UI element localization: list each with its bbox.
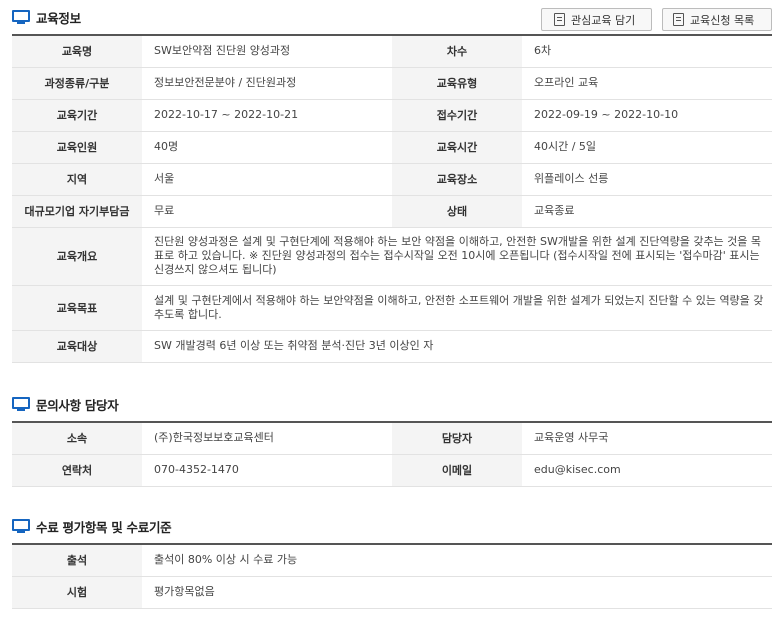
course-overview: 진단원 양성과정은 설계 및 구현단계에 적용해야 하는 보안 약점을 이해하고… [142, 227, 772, 286]
course-hours: 40시간 / 5일 [522, 131, 772, 164]
email-label: 이메일 [392, 454, 522, 487]
region-label: 지역 [12, 163, 142, 196]
course-goal: 설계 및 구현단계에서 적용해야 하는 보안약점을 이해하고, 안전한 소프트웨… [142, 285, 772, 331]
course-type: 오프라인 교육 [522, 67, 772, 100]
table-row: 지역 서울 교육장소 위플레이스 선릉 [12, 163, 772, 196]
course-round: 6차 [522, 35, 772, 68]
apply-list-label: 교육신청 목록 [690, 13, 755, 27]
contact-header: 문의사항 담당자 [12, 395, 119, 414]
manager-label: 담당자 [392, 422, 522, 455]
exam-label: 시험 [12, 576, 142, 609]
course-period: 2022-10-17 ~ 2022-10-21 [142, 99, 392, 132]
period-label: 교육기간 [12, 99, 142, 132]
contact-table: 소속 (주)한국정보보호교육센터 담당자 교육운영 사무국 연락처 070-43… [12, 421, 772, 487]
place-label: 교육장소 [392, 163, 522, 196]
table-row: 교육명 SW보안약점 진단원 양성과정 차수 6차 [12, 35, 772, 68]
monitor-icon [12, 10, 30, 25]
course-category: 정보보안전문분야 / 진단원과정 [142, 67, 392, 100]
table-row: 대규모기업 자기부담금 무료 상태 교육종료 [12, 195, 772, 228]
apply-period: 2022-09-19 ~ 2022-10-10 [522, 99, 772, 132]
section-title: 수료 평가항목 및 수료기준 [36, 520, 172, 535]
round-label: 차수 [392, 35, 522, 68]
table-row: 교육목표 설계 및 구현단계에서 적용해야 하는 보안약점을 이해하고, 안전한… [12, 285, 772, 331]
table-row: 교육인원 40명 교육시간 40시간 / 5일 [12, 131, 772, 164]
goal-label: 교육목표 [12, 285, 142, 331]
course-target: SW 개발경력 6년 이상 또는 취약점 분석·진단 3년 이상인 자 [142, 330, 772, 363]
monitor-icon [12, 397, 30, 412]
exam-criteria: 평가항목없음 [142, 576, 772, 609]
target-label: 교육대상 [12, 330, 142, 363]
attendance-criteria: 출석이 80% 이상 시 수료 가능 [142, 544, 772, 577]
document-icon [554, 13, 565, 26]
status-label: 상태 [392, 195, 522, 228]
course-name: SW보안약점 진단원 양성과정 [142, 35, 392, 68]
evaluation-header: 수료 평가항목 및 수료기준 [12, 517, 172, 536]
edu-info-header: 교육정보 [12, 8, 81, 27]
section-title: 교육정보 [36, 11, 81, 26]
overview-label: 교육개요 [12, 227, 142, 286]
contact-org: (주)한국정보보호교육센터 [142, 422, 392, 455]
apply-period-label: 접수기간 [392, 99, 522, 132]
list-icon [673, 13, 684, 26]
course-place: 위플레이스 선릉 [522, 163, 772, 196]
top-actions: 관심교육 담기 교육신청 목록 [541, 8, 772, 31]
fee-label: 대규모기업 자기부담금 [12, 195, 142, 228]
contact-phone: 070-4352-1470 [142, 454, 392, 487]
org-label: 소속 [12, 422, 142, 455]
table-row: 교육대상 SW 개발경력 6년 이상 또는 취약점 분석·진단 3년 이상인 자 [12, 330, 772, 363]
table-row: 교육기간 2022-10-17 ~ 2022-10-21 접수기간 2022-0… [12, 99, 772, 132]
name-label: 교육명 [12, 35, 142, 68]
contact-email: edu@kisec.com [522, 454, 772, 487]
edu-info-table: 교육명 SW보안약점 진단원 양성과정 차수 6차 과정종류/구분 정보보안전문… [12, 34, 772, 363]
type-label: 교육유형 [392, 67, 522, 100]
category-label: 과정종류/구분 [12, 67, 142, 100]
section-title: 문의사항 담당자 [36, 398, 119, 413]
monitor-icon [12, 519, 30, 534]
course-status: 교육종료 [522, 195, 772, 228]
capacity-label: 교육인원 [12, 131, 142, 164]
add-interest-button[interactable]: 관심교육 담기 [541, 8, 652, 31]
add-interest-label: 관심교육 담기 [571, 13, 636, 27]
hours-label: 교육시간 [392, 131, 522, 164]
table-row: 교육개요 진단원 양성과정은 설계 및 구현단계에 적용해야 하는 보안 약점을… [12, 227, 772, 286]
apply-list-button[interactable]: 교육신청 목록 [662, 8, 772, 31]
table-row: 소속 (주)한국정보보호교육센터 담당자 교육운영 사무국 [12, 422, 772, 455]
table-row: 시험 평가항목없음 [12, 576, 772, 609]
phone-label: 연락처 [12, 454, 142, 487]
course-fee: 무료 [142, 195, 392, 228]
course-region: 서울 [142, 163, 392, 196]
table-row: 과정종류/구분 정보보안전문분야 / 진단원과정 교육유형 오프라인 교육 [12, 67, 772, 100]
contact-manager: 교육운영 사무국 [522, 422, 772, 455]
course-capacity: 40명 [142, 131, 392, 164]
attendance-label: 출석 [12, 544, 142, 577]
evaluation-table: 출석 출석이 80% 이상 시 수료 가능 시험 평가항목없음 [12, 543, 772, 609]
table-row: 출석 출석이 80% 이상 시 수료 가능 [12, 544, 772, 577]
table-row: 연락처 070-4352-1470 이메일 edu@kisec.com [12, 454, 772, 487]
